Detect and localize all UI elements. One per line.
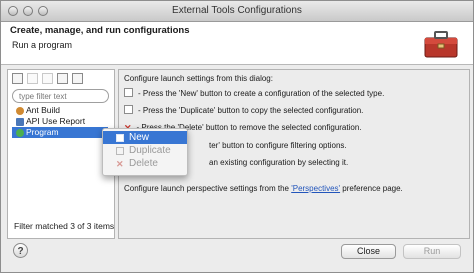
perspectives-link[interactable]: 'Perspectives' xyxy=(291,184,340,193)
report-icon xyxy=(16,118,24,126)
tree-item-program[interactable]: Program xyxy=(12,127,108,138)
new-instruction-text: - Press the 'New' button to create a con… xyxy=(138,89,385,98)
dialog-window: External Tools Configurations Create, ma… xyxy=(0,0,474,273)
edit-instruction: an existing configuration by selecting i… xyxy=(209,158,349,167)
tree-item-ant-build[interactable]: Ant Build xyxy=(12,105,112,116)
menu-item-new[interactable]: New xyxy=(103,131,187,144)
tree-item-label: API Use Report xyxy=(26,116,86,126)
new-config-icon[interactable] xyxy=(12,73,23,84)
tree-item-api-use-report[interactable]: API Use Report xyxy=(12,116,112,127)
context-menu: New Duplicate ✕ Delete xyxy=(102,128,188,176)
filter-instruction: ter' button to configure filtering optio… xyxy=(209,141,347,150)
new-doc-icon xyxy=(116,134,124,142)
config-list-panel: type filter text Ant Build API Use Repor… xyxy=(7,69,115,239)
tree-item-label: Program xyxy=(26,127,59,137)
help-button[interactable]: ? xyxy=(13,243,28,258)
delete-config-icon[interactable] xyxy=(42,73,53,84)
dialog-header: Create, manage, and run configurations R… xyxy=(1,22,473,65)
header-subtitle: Run a program xyxy=(12,40,73,50)
list-toolbar xyxy=(12,73,83,84)
tree-item-label: Ant Build xyxy=(26,105,61,115)
new-instruction: - Press the 'New' button to create a con… xyxy=(124,88,384,98)
duplicate-instruction-text: - Press the 'Duplicate' button to copy t… xyxy=(138,106,364,115)
duplicate-icon xyxy=(124,105,133,114)
window-title: External Tools Configurations xyxy=(172,5,302,16)
intro-text: Configure launch settings from this dial… xyxy=(124,74,273,83)
header-title: Create, manage, and run configurations xyxy=(10,25,190,36)
menu-item-label: New xyxy=(129,132,150,143)
toolbox-icon xyxy=(424,31,458,58)
duplicate-icon xyxy=(116,147,124,155)
close-button[interactable]: Close xyxy=(341,244,396,259)
new-doc-icon xyxy=(124,88,133,97)
delete-icon: ✕ xyxy=(116,159,124,169)
menu-item-delete[interactable]: ✕ Delete xyxy=(103,157,187,170)
filter-status: Filter matched 3 of 3 items xyxy=(14,221,115,231)
menu-item-duplicate[interactable]: Duplicate xyxy=(103,144,187,157)
menu-item-label: Delete xyxy=(129,158,158,169)
duplicate-instruction: - Press the 'Duplicate' button to copy t… xyxy=(124,105,363,115)
program-icon xyxy=(16,129,24,137)
duplicate-config-icon[interactable] xyxy=(27,73,38,84)
config-tree: Ant Build API Use Report Program xyxy=(12,105,112,138)
filter-icon[interactable] xyxy=(72,73,83,84)
collapse-all-icon[interactable] xyxy=(57,73,68,84)
ant-icon xyxy=(16,107,24,115)
title-bar: External Tools Configurations xyxy=(1,1,473,22)
perspective-text: Configure launch perspective settings fr… xyxy=(124,184,403,193)
filter-input[interactable]: type filter text xyxy=(12,89,109,103)
perspective-prefix: Configure launch perspective settings fr… xyxy=(124,184,292,193)
perspective-suffix: preference page. xyxy=(340,184,403,193)
run-button[interactable]: Run xyxy=(403,244,461,259)
menu-item-label: Duplicate xyxy=(129,145,171,156)
